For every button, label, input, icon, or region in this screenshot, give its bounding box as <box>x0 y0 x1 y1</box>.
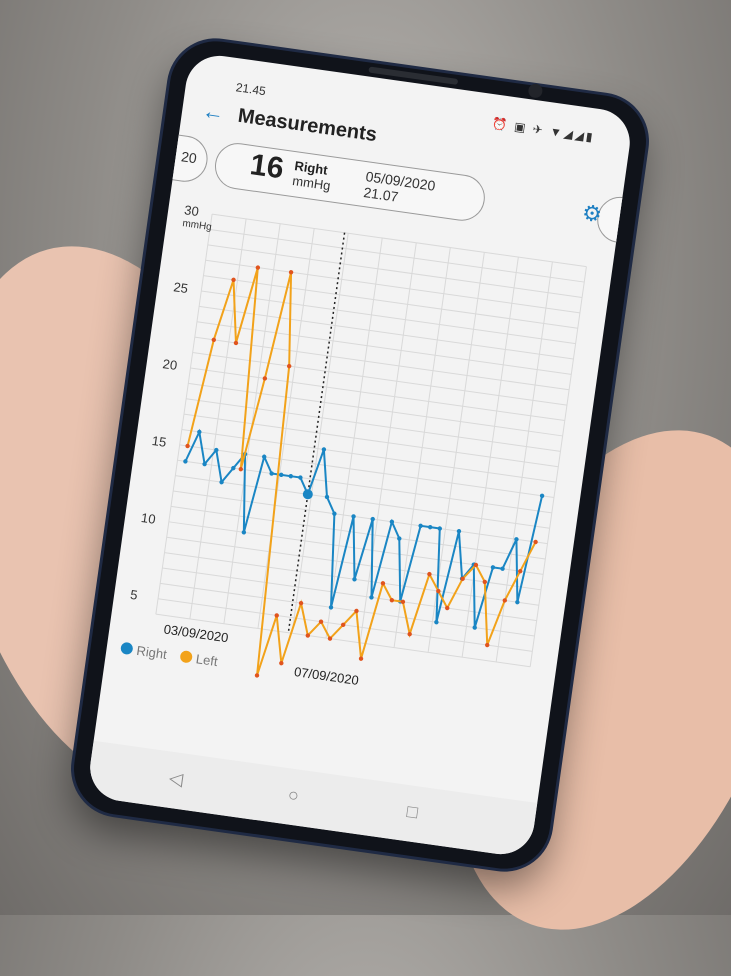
data-point <box>262 376 268 381</box>
measurement-value: 16 <box>248 148 286 186</box>
x-tick-label: 03/09/2020 <box>163 621 230 645</box>
data-point <box>352 577 357 582</box>
data-point <box>298 600 304 606</box>
nav-recent-icon[interactable]: □ <box>405 801 420 823</box>
data-point <box>428 524 433 530</box>
android-nav-bar: ◁ ○ □ <box>85 740 538 859</box>
data-point <box>490 565 496 570</box>
data-point <box>288 270 294 275</box>
y-tick-label: 15 <box>151 433 167 450</box>
data-point <box>539 493 545 499</box>
chart-svg[interactable]: 5 10 15 20 25 30mmHg 03/09/2020 07/09/2020 Right… <box>113 192 598 746</box>
grid-line <box>170 505 546 560</box>
grid-line <box>179 444 555 498</box>
legend-label-right: Right <box>136 643 169 662</box>
y-tick-label: 10 <box>140 510 156 527</box>
data-point <box>434 619 439 625</box>
data-point <box>351 514 356 519</box>
grid-line <box>461 257 519 658</box>
data-point <box>231 277 236 283</box>
data-point <box>515 599 520 605</box>
data-point <box>472 625 477 630</box>
data-point <box>370 516 375 522</box>
legend-marker-left <box>180 650 193 663</box>
data-point <box>279 660 284 666</box>
data-point <box>254 673 260 678</box>
grid-line <box>168 521 544 575</box>
app-screen: 21.45 ⏰ ▣ ✈ ▼◢◢▮ ← Measurements 20 16 Ri… <box>85 51 635 859</box>
grid-line <box>173 490 548 545</box>
gear-icon[interactable]: ⚙ <box>580 200 603 228</box>
selection-marker-line <box>287 232 346 633</box>
data-point <box>328 605 334 610</box>
y-tick-label: 30 <box>183 202 199 219</box>
grid-line <box>205 259 580 314</box>
data-point <box>211 337 216 343</box>
grid-line <box>359 242 417 643</box>
grid-line <box>207 244 583 298</box>
measurement-chart[interactable]: 5 10 15 20 25 30 mmHg 03/09/2020 07/09/2020 Right… <box>113 192 600 746</box>
data-point <box>369 595 374 600</box>
data-point <box>241 530 247 535</box>
y-unit-label: mmHg <box>182 218 213 233</box>
x-tick-label: 07/09/2020 <box>293 664 360 688</box>
data-point <box>456 529 462 534</box>
grid-line <box>175 475 550 529</box>
y-tick-label: 20 <box>162 356 178 373</box>
back-arrow-icon[interactable]: ← <box>201 98 226 127</box>
data-point <box>233 340 239 346</box>
data-point <box>288 473 294 479</box>
y-tick-label: 25 <box>173 279 189 296</box>
data-point <box>321 447 327 452</box>
data-point <box>286 363 292 369</box>
grid-line <box>201 290 576 345</box>
front-camera <box>527 82 544 99</box>
nav-home-icon[interactable]: ○ <box>287 784 301 806</box>
grid-line <box>209 228 585 283</box>
data-point <box>255 265 261 270</box>
data-point <box>185 443 190 449</box>
grid-line <box>203 275 578 329</box>
status-time: 21.45 <box>235 80 267 99</box>
measurement-time: 21.07 <box>362 184 400 205</box>
data-point <box>407 631 412 637</box>
nav-back-icon[interactable]: ◁ <box>168 768 184 791</box>
data-point <box>274 613 279 618</box>
grid-line <box>181 428 557 483</box>
data-point <box>437 526 442 531</box>
previous-measurement-pill[interactable]: 20 <box>132 129 211 185</box>
grid-line <box>529 266 587 667</box>
data-point <box>358 656 364 661</box>
grid-line <box>199 305 574 360</box>
y-tick-label: 5 <box>129 587 138 603</box>
previous-pill-text: 20 <box>180 148 198 167</box>
grid-line <box>393 247 451 648</box>
legend-marker-right <box>120 642 133 655</box>
data-point <box>418 523 423 529</box>
data-point <box>238 466 244 472</box>
legend-label-left: Left <box>195 651 219 669</box>
grid-line <box>189 218 247 619</box>
grid-line <box>155 214 213 615</box>
